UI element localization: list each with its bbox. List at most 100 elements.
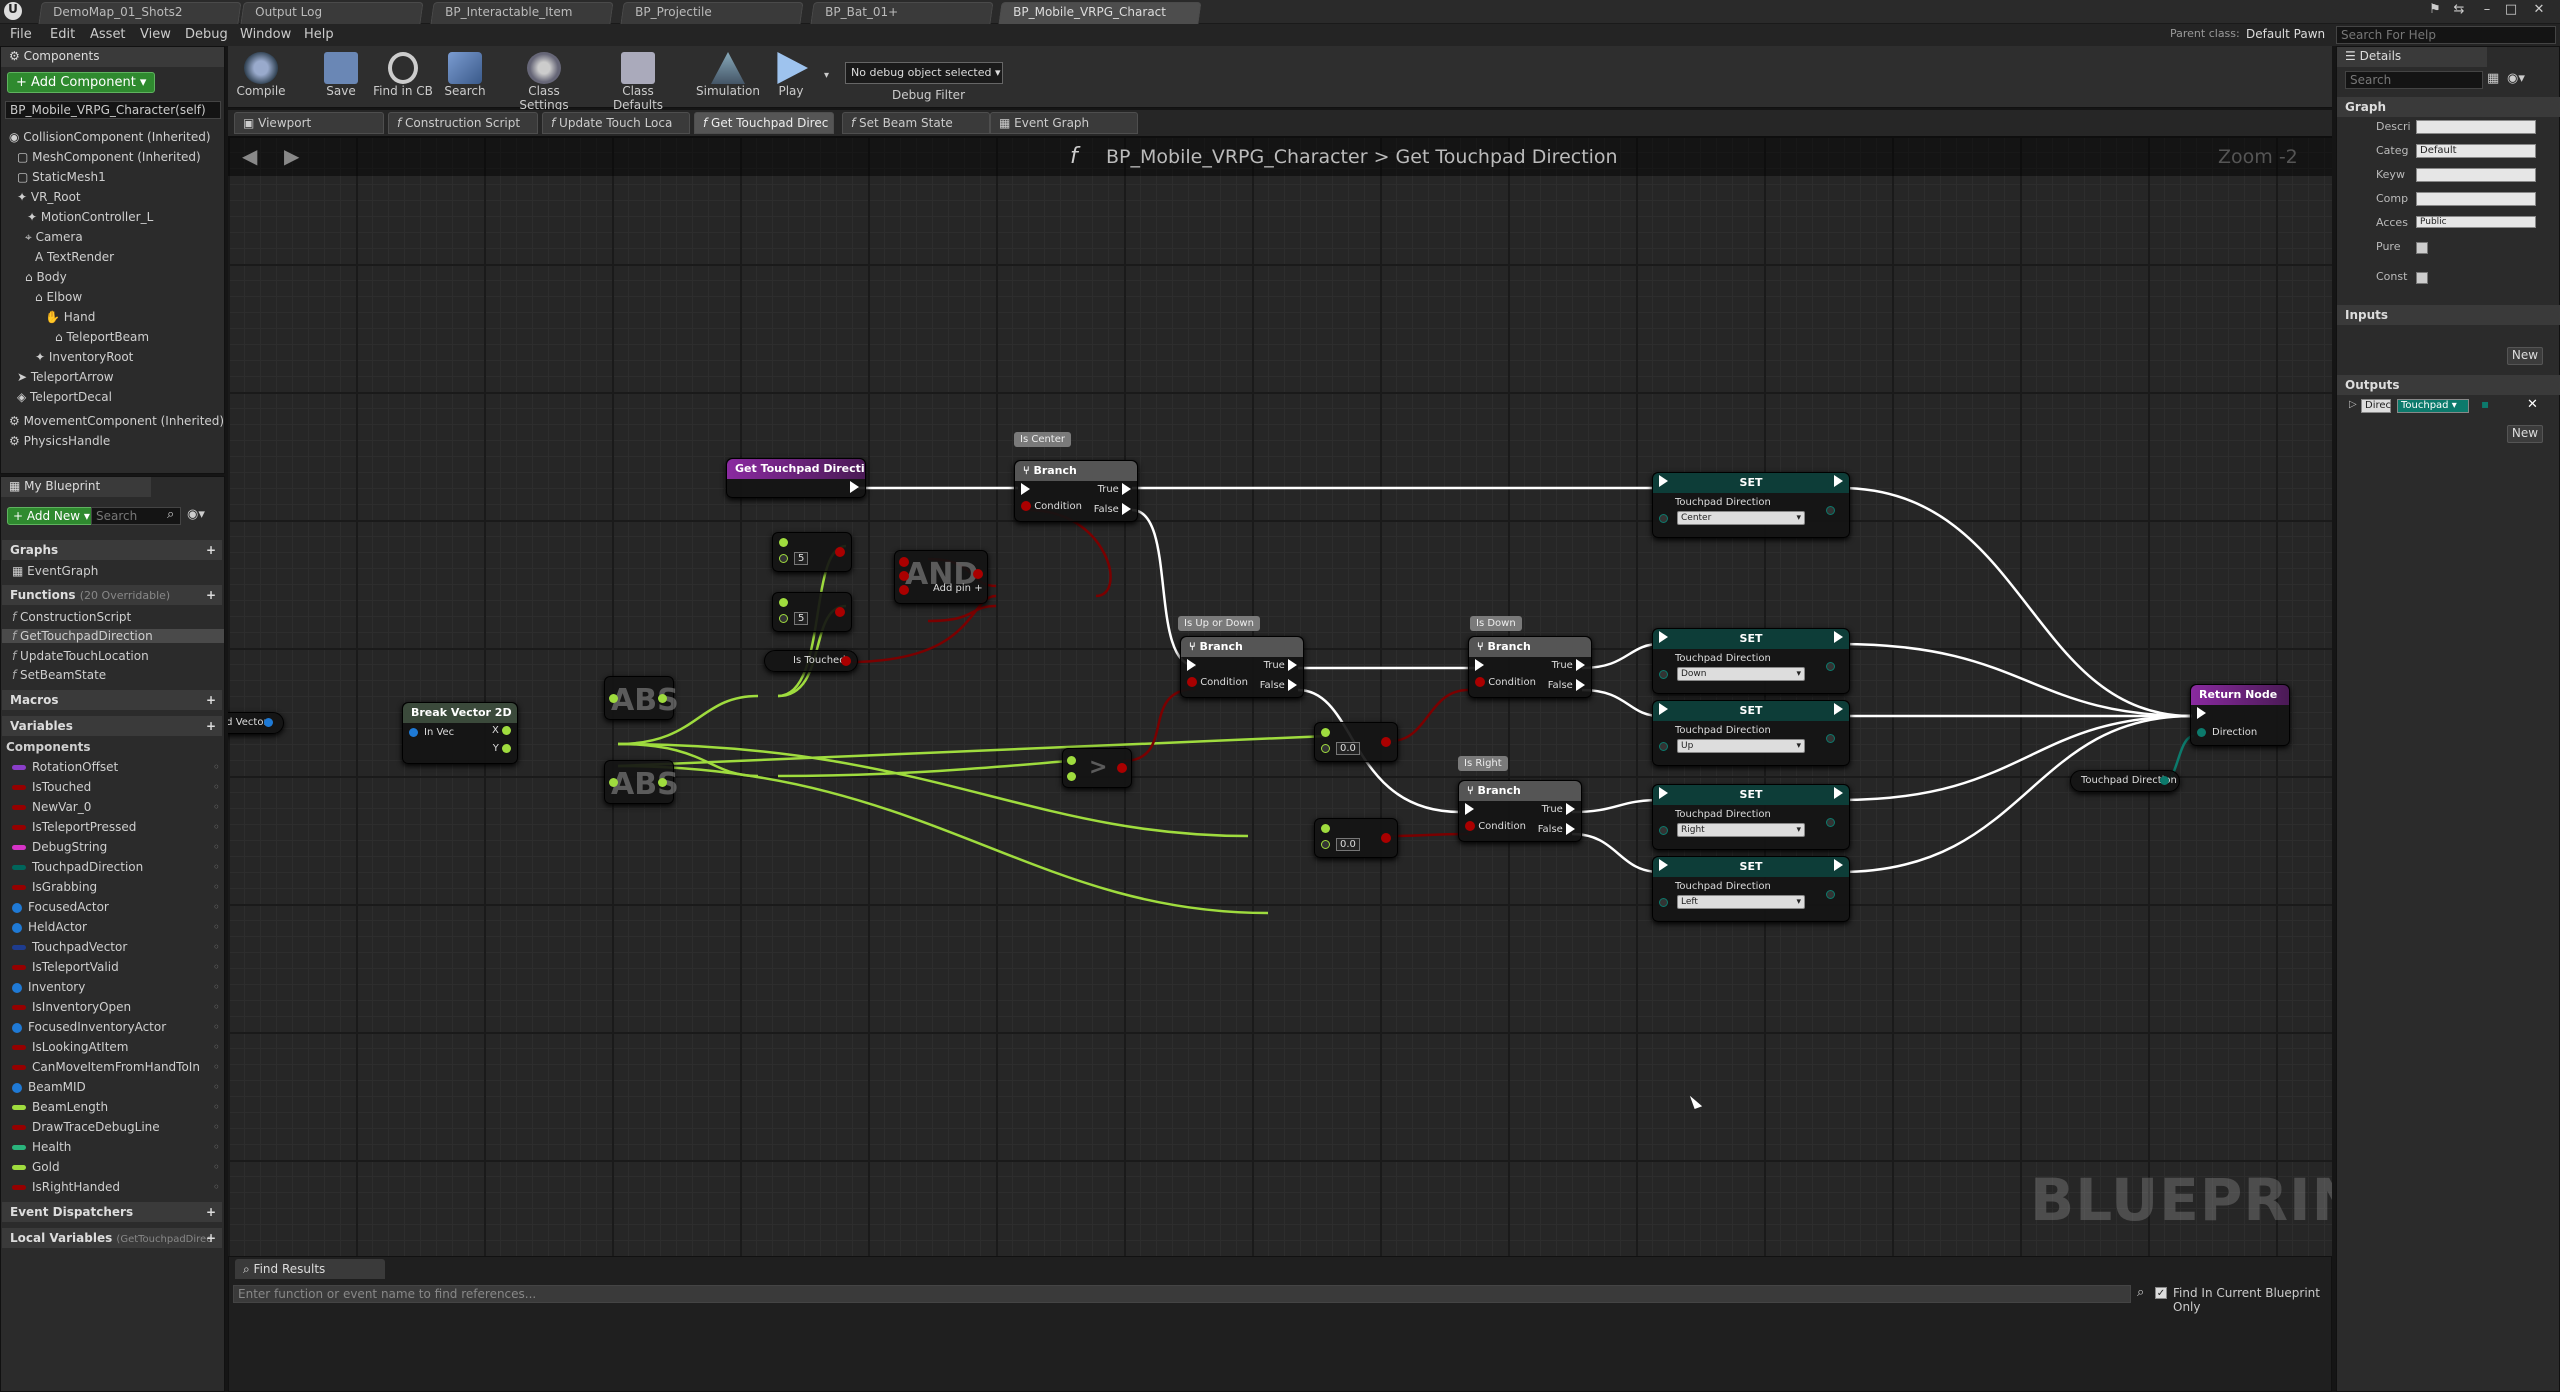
variable-item[interactable]: NewVar_0 ◦	[12, 800, 220, 814]
enum-out-pin[interactable]	[1826, 661, 1841, 672]
find-results-input[interactable]: Enter function or event name to find ref…	[233, 1285, 2131, 1303]
add-dispatcher-icon[interactable]: +	[206, 1205, 216, 1219]
add-macro-icon[interactable]: +	[206, 693, 216, 707]
exec-out-pin[interactable]	[1834, 787, 1843, 799]
add-variable-icon[interactable]: +	[206, 719, 216, 733]
add-new-button[interactable]: + Add New ▾	[7, 507, 96, 525]
add-local-variable-icon[interactable]: +	[206, 1231, 216, 1245]
true-pin[interactable]: True	[1098, 483, 1131, 495]
branch-node-is-down[interactable]: ⑂ Branch Condition True False	[1468, 636, 1592, 698]
variable-item[interactable]: Gold ◦	[12, 1160, 220, 1174]
component-item[interactable]: A TextRender	[35, 250, 114, 264]
find-current-only-checkbox[interactable]: ✓	[2155, 1287, 2167, 1299]
components-category[interactable]: Components	[6, 740, 91, 754]
grid-view-icon[interactable]: ▦	[2487, 71, 2499, 86]
play-options-chevron-icon[interactable]: ▾	[824, 70, 829, 81]
compile-button[interactable]: Compile	[228, 48, 294, 106]
exec-in-pin[interactable]	[1021, 483, 1030, 495]
component-item[interactable]: ⌖ Camera	[25, 230, 83, 245]
float-in-pin[interactable]	[609, 693, 624, 704]
variable-item[interactable]: DebugString ◦	[12, 840, 220, 854]
enum-in-pin[interactable]	[1659, 513, 1674, 524]
menu-asset[interactable]: Asset	[90, 27, 126, 42]
tab-bp-interactable[interactable]: BP_Interactable_Item	[430, 2, 614, 24]
float-in-pin[interactable]	[1321, 727, 1336, 738]
visibility-eye-icon[interactable]: ◦	[213, 1060, 220, 1074]
new-input-button[interactable]: New	[2507, 347, 2543, 365]
float-pin[interactable]	[779, 537, 794, 548]
visibility-eye-icon[interactable]: ◦	[213, 840, 220, 854]
exec-in-pin[interactable]	[1659, 787, 1668, 799]
variable-item[interactable]: FocusedInventoryActor ◦	[12, 1020, 220, 1034]
bool-in-pin[interactable]	[899, 585, 909, 596]
variable-item[interactable]: IsInventoryOpen ◦	[12, 1000, 220, 1014]
component-item[interactable]: ✦ VR_Root	[17, 190, 81, 204]
visibility-eye-icon[interactable]: ◦	[213, 980, 220, 994]
touchpad-direction-getter-node[interactable]: Touchpad Direction	[2070, 770, 2180, 792]
maximize-icon[interactable]: □	[2500, 2, 2522, 20]
condition-pin[interactable]: Condition	[1465, 821, 1526, 832]
function-item-updatetouchlocation[interactable]: f UpdateTouchLocation	[12, 649, 149, 663]
abs-node[interactable]: ABS	[604, 760, 679, 804]
variables-section-header[interactable]: Variables +	[2, 716, 222, 736]
search-button[interactable]: Search	[432, 48, 498, 106]
true-pin[interactable]: True	[1542, 803, 1575, 815]
detail-field-input[interactable]	[2416, 192, 2536, 206]
tab-construction-script[interactable]: f Construction Script	[388, 112, 538, 134]
variable-item[interactable]: CanMoveItemFromHandToIn ◦	[12, 1060, 220, 1074]
true-pin[interactable]: True	[1552, 659, 1585, 671]
condition-pin[interactable]: Condition	[1021, 501, 1082, 512]
exec-out-pin[interactable]	[1834, 703, 1843, 715]
in-vec-pin[interactable]: In Vec	[409, 727, 454, 738]
set-touchpad-direction-node[interactable]: SET Touchpad Direction Left ▾	[1652, 856, 1850, 922]
bool-out-pin[interactable]	[1117, 763, 1127, 774]
share-icon[interactable]: ⇆	[2448, 2, 2470, 20]
branch-node-is-right[interactable]: ⑂ Branch Condition True False	[1458, 780, 1582, 842]
visibility-eye-icon[interactable]: ◦	[213, 760, 220, 774]
exec-in-pin[interactable]	[1659, 859, 1668, 871]
visibility-eye-icon[interactable]: ◦	[213, 1180, 220, 1194]
component-item[interactable]: ⌂ Body	[25, 270, 67, 284]
comment-is-up-or-down[interactable]: Is Up or Down	[1178, 616, 1260, 631]
enum-in-pin[interactable]	[1659, 825, 1674, 836]
false-pin[interactable]: False	[1094, 503, 1131, 515]
return-node[interactable]: Return Node Direction	[2190, 684, 2290, 746]
exec-out-pin[interactable]	[1834, 631, 1843, 643]
component-item[interactable]: ⚙ MovementComponent (Inherited)	[9, 414, 224, 428]
visibility-eye-icon[interactable]: ◦	[213, 800, 220, 814]
macros-section-header[interactable]: Macros +	[2, 690, 222, 710]
is-touched-getter-node[interactable]: Is Touched	[764, 650, 858, 672]
visibility-eye-icon[interactable]: ◦	[213, 960, 220, 974]
bool-out-pin[interactable]	[1381, 737, 1391, 748]
search-icon[interactable]: ⌕	[167, 507, 174, 522]
visibility-eye-icon[interactable]: ◦	[213, 1080, 220, 1094]
bool-in-pin[interactable]	[899, 557, 909, 568]
condition-pin[interactable]: Condition	[1187, 677, 1248, 688]
float-out-pin[interactable]	[658, 777, 673, 788]
output-type-select[interactable]: Touchpad ▾	[2397, 399, 2469, 413]
details-search-input[interactable]: Search	[2345, 71, 2483, 89]
minimize-icon[interactable]: –	[2476, 2, 2498, 20]
bool-out-pin[interactable]	[835, 547, 845, 558]
detail-field-input[interactable]	[2416, 120, 2536, 134]
function-entry-node[interactable]: Get Touchpad Direction	[726, 458, 866, 498]
inputs-section-header[interactable]: Inputs	[2337, 305, 2560, 325]
enum-in-pin[interactable]	[1659, 741, 1674, 752]
touchpad-vector-getter-node[interactable]: Touchpad Vector	[228, 712, 284, 734]
menu-edit[interactable]: Edit	[50, 27, 75, 42]
search-icon[interactable]: ⌕	[2137, 1285, 2144, 1300]
variable-item[interactable]: IsGrabbing ◦	[12, 880, 220, 894]
compare-zero-node[interactable]: 0.0	[1314, 818, 1398, 858]
enum-out-pin[interactable]	[1826, 889, 1841, 900]
visibility-eye-icon[interactable]: ◦	[213, 940, 220, 954]
set-touchpad-direction-node[interactable]: SET Touchpad Direction Right ▾	[1652, 784, 1850, 850]
float-pin[interactable]	[779, 597, 794, 608]
variable-item[interactable]: IsLookingAtItem ◦	[12, 1040, 220, 1054]
const-checkbox[interactable]	[2416, 272, 2428, 284]
exec-in-pin[interactable]	[1465, 803, 1474, 815]
save-button[interactable]: Save	[308, 48, 374, 106]
visibility-eye-icon[interactable]: ◦	[213, 1020, 220, 1034]
compare-node[interactable]: 5	[772, 592, 852, 632]
true-pin[interactable]: True	[1264, 659, 1297, 671]
exec-in-pin[interactable]	[1187, 659, 1196, 671]
